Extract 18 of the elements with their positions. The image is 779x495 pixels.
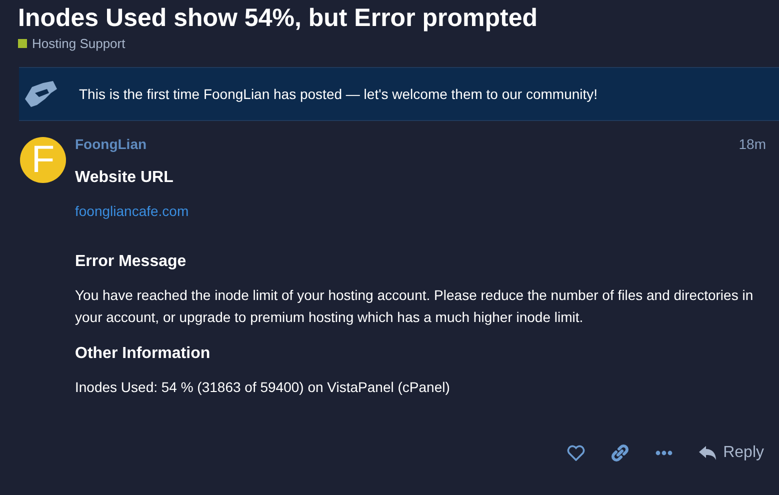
section-heading: Other Information <box>75 344 212 364</box>
reply-icon <box>699 445 718 461</box>
topic-title: Inodes Used show 54%, but Error prompted <box>18 3 539 33</box>
section-text: You have reached the inode limit of your hosting account. Please reduce the number of files and directories in your account, or upgrade to premium hosting which has a much higher inode limit. <box>75 286 754 327</box>
heart-icon <box>567 445 586 461</box>
post-time[interactable]: 18m <box>738 136 766 152</box>
ellipsis-icon <box>655 450 674 456</box>
copy-link-button[interactable] <box>609 442 632 464</box>
notice-text: This is the first time FoongLian has posted — let's welcome them to our community! <box>79 86 598 102</box>
section-heading: Error Message <box>75 252 188 272</box>
section-heading: Website URL <box>75 168 174 188</box>
like-button[interactable] <box>565 443 588 463</box>
section-text: Inodes Used: 54 % (31863 of 59400) on VistaPanel (cPanel) <box>75 378 451 397</box>
category-link[interactable]: Hosting Support <box>32 36 126 51</box>
website-link[interactable]: foongliancafe.com <box>75 203 189 219</box>
username-link[interactable]: FoongLian <box>75 136 147 152</box>
reply-button[interactable]: Reply <box>697 442 766 464</box>
link-icon <box>611 444 630 462</box>
